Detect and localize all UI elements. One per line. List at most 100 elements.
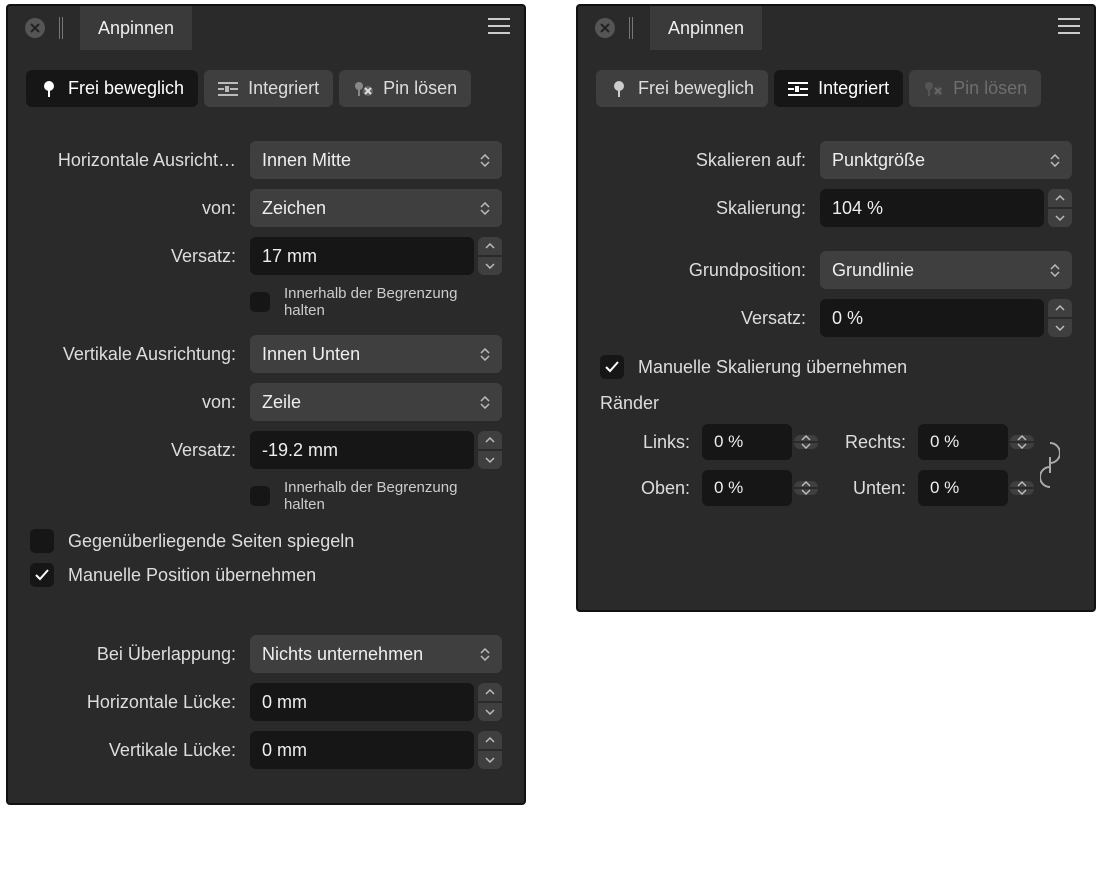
- v-offset-input[interactable]: -19.2 mm: [250, 431, 474, 469]
- v-align-value: Innen Unten: [262, 344, 360, 365]
- v-offset-label: Versatz:: [30, 440, 240, 461]
- h-keep-within-label: Innerhalb der Begrenzung halten: [284, 285, 502, 319]
- hgap-stepper[interactable]: [478, 683, 502, 721]
- panel-menu-icon[interactable]: [1044, 17, 1094, 40]
- v-keep-within-checkbox[interactable]: [250, 486, 270, 506]
- chevron-updown-icon: [474, 202, 490, 215]
- close-icon[interactable]: [25, 18, 45, 38]
- titlebar: Anpinnen: [8, 6, 524, 50]
- scale-stepper[interactable]: [1048, 189, 1072, 227]
- overlap-label: Bei Überlappung:: [30, 644, 240, 665]
- panel-pinning-inline: Anpinnen Frei beweglich Integriert Pin l…: [576, 4, 1096, 612]
- mode-tabs: Frei beweglich Integriert Pin lösen: [8, 50, 524, 121]
- tab-free-label: Frei beweglich: [68, 78, 184, 99]
- tab-inline[interactable]: Integriert: [204, 70, 333, 107]
- mirror-facing-label: Gegenüberliegende Seiten spiegeln: [68, 531, 354, 552]
- h-from-label: von:: [30, 198, 240, 219]
- vgap-stepper[interactable]: [478, 731, 502, 769]
- panel-tab-anpinnen[interactable]: Anpinnen: [80, 6, 192, 50]
- vgap-label: Vertikale Lücke:: [30, 740, 240, 761]
- tab-unpin[interactable]: Pin lösen: [339, 70, 471, 107]
- vgap-input[interactable]: 0 mm: [250, 731, 474, 769]
- manual-scale-checkbox[interactable]: [600, 355, 624, 379]
- manual-scale-label: Manuelle Skalierung übernehmen: [638, 357, 907, 378]
- tab-inline[interactable]: Integriert: [774, 70, 903, 107]
- overlap-select[interactable]: Nichts unternehmen: [250, 635, 502, 673]
- scale-to-value: Punktgröße: [832, 150, 925, 171]
- base-select[interactable]: Grundlinie: [820, 251, 1072, 289]
- pin-icon: [40, 80, 58, 98]
- h-from-value: Zeichen: [262, 198, 326, 219]
- base-label: Grundposition:: [600, 260, 810, 281]
- inline-icon: [788, 81, 808, 97]
- m-left-label: Links:: [600, 432, 700, 453]
- overlap-value: Nichts unternehmen: [262, 644, 423, 665]
- scale-label: Skalierung:: [600, 198, 810, 219]
- tab-unpin: Pin lösen: [909, 70, 1041, 107]
- m-top-step[interactable]: [794, 481, 818, 495]
- m-bottom-step[interactable]: [1010, 481, 1034, 495]
- pin-icon: [610, 80, 628, 98]
- chevron-updown-icon: [474, 396, 490, 409]
- unpin-icon: [923, 80, 943, 98]
- scale-input[interactable]: 104 %: [820, 189, 1044, 227]
- tab-inline-label: Integriert: [818, 78, 889, 99]
- v-from-value: Zeile: [262, 392, 301, 413]
- m-top-label: Oben:: [600, 478, 700, 499]
- chevron-updown-icon: [1044, 264, 1060, 277]
- h-from-select[interactable]: Zeichen: [250, 189, 502, 227]
- v-align-label: Vertikale Ausrichtung:: [30, 344, 240, 365]
- chevron-updown-icon: [474, 348, 490, 361]
- close-icon[interactable]: [595, 18, 615, 38]
- tab-unpin-label: Pin lösen: [383, 78, 457, 99]
- manual-pos-checkbox[interactable]: [30, 563, 54, 587]
- hgap-input[interactable]: 0 mm: [250, 683, 474, 721]
- m-right-step[interactable]: [1010, 435, 1034, 449]
- mirror-facing-checkbox[interactable]: [30, 529, 54, 553]
- h-keep-within-checkbox[interactable]: [250, 292, 270, 312]
- inline-icon: [218, 81, 238, 97]
- tab-free[interactable]: Frei beweglich: [26, 70, 198, 107]
- m-left-step[interactable]: [794, 435, 818, 449]
- h-align-label: Horizontale Ausricht…: [30, 150, 240, 171]
- m-left-input[interactable]: 0 %: [702, 424, 792, 460]
- drag-handle-icon[interactable]: [629, 17, 633, 39]
- scale-to-select[interactable]: Punktgröße: [820, 141, 1072, 179]
- v-align-select[interactable]: Innen Unten: [250, 335, 502, 373]
- titlebar: Anpinnen: [578, 6, 1094, 50]
- m-right-label: Rechts:: [816, 432, 916, 453]
- tab-free-label: Frei beweglich: [638, 78, 754, 99]
- offset-stepper[interactable]: [1048, 299, 1072, 337]
- tab-free[interactable]: Frei beweglich: [596, 70, 768, 107]
- margins-header: Ränder: [600, 393, 1072, 414]
- link-margins-icon[interactable]: [1032, 437, 1068, 493]
- panel-pinning-free: Anpinnen Frei beweglich Integriert Pin l…: [6, 4, 526, 805]
- m-top-input[interactable]: 0 %: [702, 470, 792, 506]
- tab-inline-label: Integriert: [248, 78, 319, 99]
- panel-menu-icon[interactable]: [474, 17, 524, 40]
- m-right-input[interactable]: 0 %: [918, 424, 1008, 460]
- h-align-select[interactable]: Innen Mitte: [250, 141, 502, 179]
- v-from-label: von:: [30, 392, 240, 413]
- h-offset-input[interactable]: 17 mm: [250, 237, 474, 275]
- h-offset-label: Versatz:: [30, 246, 240, 267]
- panel-tab-anpinnen[interactable]: Anpinnen: [650, 6, 762, 50]
- m-bottom-input[interactable]: 0 %: [918, 470, 1008, 506]
- mode-tabs: Frei beweglich Integriert Pin lösen: [578, 50, 1094, 121]
- h-offset-stepper[interactable]: [478, 237, 502, 275]
- v-from-select[interactable]: Zeile: [250, 383, 502, 421]
- offset-input[interactable]: 0 %: [820, 299, 1044, 337]
- tab-unpin-label: Pin lösen: [953, 78, 1027, 99]
- chevron-updown-icon: [1044, 154, 1060, 167]
- offset-label: Versatz:: [600, 308, 810, 329]
- drag-handle-icon[interactable]: [59, 17, 63, 39]
- chevron-updown-icon: [474, 648, 490, 661]
- base-value: Grundlinie: [832, 260, 914, 281]
- v-keep-within-label: Innerhalb der Begrenzung halten: [284, 479, 502, 513]
- hgap-label: Horizontale Lücke:: [30, 692, 240, 713]
- v-offset-stepper[interactable]: [478, 431, 502, 469]
- scale-to-label: Skalieren auf:: [600, 150, 810, 171]
- manual-pos-label: Manuelle Position übernehmen: [68, 565, 316, 586]
- m-bottom-label: Unten:: [816, 478, 916, 499]
- chevron-updown-icon: [474, 154, 490, 167]
